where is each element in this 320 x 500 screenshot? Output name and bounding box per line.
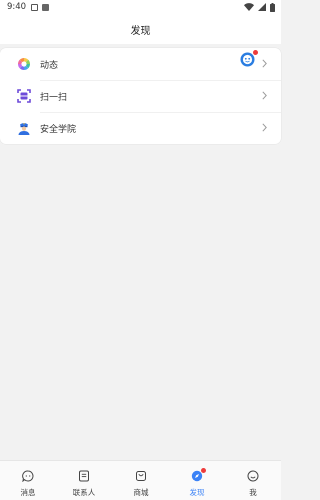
- sim-card-icon: [42, 3, 50, 11]
- chevron-right-icon: [262, 59, 267, 68]
- menu-item-moments[interactable]: 动态: [0, 48, 281, 80]
- tab-discover[interactable]: 发现: [169, 461, 225, 500]
- tab-messages[interactable]: 消息: [0, 461, 56, 500]
- chevron-right-icon: [262, 123, 267, 132]
- smile-icon: [247, 470, 259, 482]
- tab-label: 联系人: [72, 488, 96, 497]
- bottom-tab-bar: 消息 联系人 商城 发现 我: [0, 460, 281, 500]
- tab-label: 商城: [133, 488, 149, 497]
- shop-icon: [136, 471, 146, 481]
- menu-item-label: 扫一扫: [40, 92, 68, 103]
- contacts-icon: [79, 470, 89, 482]
- discover-menu: 动态 扫一扫 安全学院: [0, 48, 281, 144]
- menu-item-scan[interactable]: 扫一扫: [0, 80, 281, 112]
- tab-contacts[interactable]: 联系人: [56, 461, 112, 500]
- tab-me[interactable]: 我: [225, 461, 281, 500]
- tab-label: 发现: [189, 488, 205, 497]
- notification-icon: [31, 3, 39, 11]
- status-time: 9:40: [7, 2, 27, 12]
- tab-label: 消息: [20, 488, 36, 497]
- chevron-right-icon: [262, 91, 267, 100]
- scan-icon: [17, 89, 31, 103]
- discover-badge: [201, 468, 206, 473]
- page-header: 发现: [0, 14, 281, 44]
- menu-item-label: 动态: [40, 60, 59, 71]
- avatar: [240, 50, 258, 72]
- tab-label: 我: [249, 488, 257, 497]
- unread-badge: [253, 50, 258, 55]
- menu-item-security-academy[interactable]: 安全学院: [0, 112, 281, 144]
- page-title: 发现: [130, 25, 151, 37]
- chat-bubble-icon: [22, 470, 34, 482]
- wifi-icon: [244, 3, 254, 11]
- menu-item-label: 安全学院: [40, 124, 77, 135]
- tab-shop[interactable]: 商城: [113, 461, 169, 500]
- signal-icon: [258, 3, 266, 11]
- pinwheel-icon: [18, 58, 30, 70]
- battery-icon: [270, 2, 275, 12]
- status-bar: 9:40: [0, 0, 281, 14]
- police-officer-icon: [18, 123, 30, 135]
